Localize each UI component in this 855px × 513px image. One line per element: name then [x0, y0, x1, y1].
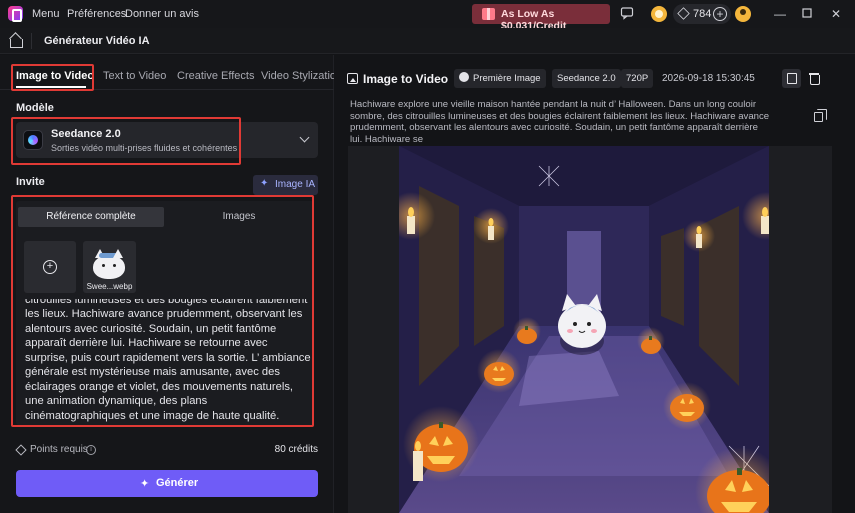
haunted-corridor-illustration: [399, 146, 769, 513]
page-title: Générateur Vidéo IA: [44, 35, 150, 47]
divider: [31, 33, 32, 49]
model-label: Modèle: [16, 102, 54, 114]
app-logo-icon: [8, 6, 23, 22]
prompt-text: Hachiware explore une vieille maison han…: [25, 299, 311, 422]
reference-mode-toggle: Référence complète Images: [16, 205, 314, 227]
generate-button[interactable]: ✦ Générer: [16, 470, 318, 497]
trash-icon[interactable]: [805, 69, 824, 88]
feedback-button[interactable]: Donner un avis: [125, 8, 199, 20]
image-ia-label: Image IA: [275, 179, 316, 190]
add-credits-button[interactable]: +: [713, 7, 727, 21]
image-to-video-icon: [347, 73, 358, 84]
sub-header: Générateur Vidéo IA: [0, 28, 855, 54]
divider: [0, 89, 334, 90]
result-title: Image to Video: [363, 72, 449, 86]
image-icon: [459, 72, 469, 82]
chevron-down-icon: [299, 132, 310, 143]
prompt-label: Invite: [16, 176, 45, 188]
preferences-button[interactable]: Préférences: [67, 8, 126, 20]
minimize-icon[interactable]: —: [772, 6, 788, 22]
image-ia-button[interactable]: ✦ Image IA: [253, 175, 318, 195]
result-timestamp: 2026-09-18 15:30:45: [662, 73, 755, 84]
add-image-button[interactable]: +: [24, 241, 76, 293]
tab-creative-effects[interactable]: Creative Effects: [177, 70, 254, 82]
credits-count: 784: [693, 8, 712, 20]
copy-icon[interactable]: [814, 109, 827, 122]
user-avatar[interactable]: [735, 6, 751, 22]
video-frame: [399, 146, 769, 513]
segment-images[interactable]: Images: [166, 207, 312, 227]
tab-video-stylization[interactable]: Video Stylization: [261, 70, 334, 82]
thumbnail-filename: Swee...webp: [86, 282, 133, 291]
sparkle-icon: ✦: [140, 478, 150, 490]
chip-model: Seedance 2.0: [552, 69, 621, 88]
menu-button[interactable]: Menu: [32, 8, 60, 20]
prompt-box: Référence complète Images + Swee...webp …: [16, 201, 314, 425]
tab-image-to-video[interactable]: Image to Video: [16, 70, 94, 82]
info-icon[interactable]: i: [86, 445, 96, 455]
right-panel: Image to Video Première Image Seedance 2…: [335, 55, 855, 513]
reference-image-thumbnail[interactable]: Swee...webp: [83, 241, 136, 293]
plus-icon: +: [43, 260, 57, 274]
points-value: 80 crédits: [274, 444, 318, 455]
model-dropdown[interactable]: Seedance 2.0 Sorties vidéo multi-prises …: [16, 122, 318, 158]
sparkle-icon: ✦: [260, 178, 269, 189]
points-label: Points requis: [30, 444, 88, 455]
gift-icon: [482, 8, 495, 20]
segment-full-reference[interactable]: Référence complète: [18, 207, 164, 227]
promo-banner[interactable]: As Low As $0.031/Credit: [472, 4, 610, 32]
chip-resolution: 720P: [621, 69, 654, 88]
close-icon[interactable]: ✕: [828, 6, 844, 22]
generate-label: Générer: [156, 477, 199, 489]
left-panel: Image to Video Text to Video Creative Ef…: [0, 55, 334, 513]
prompt-textarea[interactable]: Hachiware explore une vieille maison han…: [25, 299, 315, 423]
active-tab-indicator: [16, 86, 86, 88]
edit-icon[interactable]: [782, 69, 801, 88]
home-icon[interactable]: [9, 34, 23, 48]
model-name: Seedance 2.0: [51, 128, 121, 140]
model-description: Sorties vidéo multi-prises fluides et co…: [51, 143, 238, 153]
maximize-icon[interactable]: [799, 6, 815, 22]
tab-text-to-video[interactable]: Text to Video: [103, 70, 166, 82]
credits-balance[interactable]: 784 +: [673, 4, 731, 24]
diamond-icon: [15, 444, 27, 456]
video-preview[interactable]: [348, 146, 832, 513]
result-description: Hachiware explore une vieille maison han…: [350, 99, 770, 146]
chat-icon[interactable]: [619, 6, 635, 22]
chip-first-image: Première Image: [454, 69, 546, 88]
diamond-icon: [677, 7, 690, 20]
coin-icon[interactable]: [651, 6, 667, 22]
hachiware-thumbnail: [93, 249, 125, 279]
points-required-row: Points requis i 80 crédits: [15, 444, 318, 458]
title-bar: Menu Préférences Donner un avis As Low A…: [0, 0, 855, 32]
seedance-logo-icon: [23, 130, 43, 150]
